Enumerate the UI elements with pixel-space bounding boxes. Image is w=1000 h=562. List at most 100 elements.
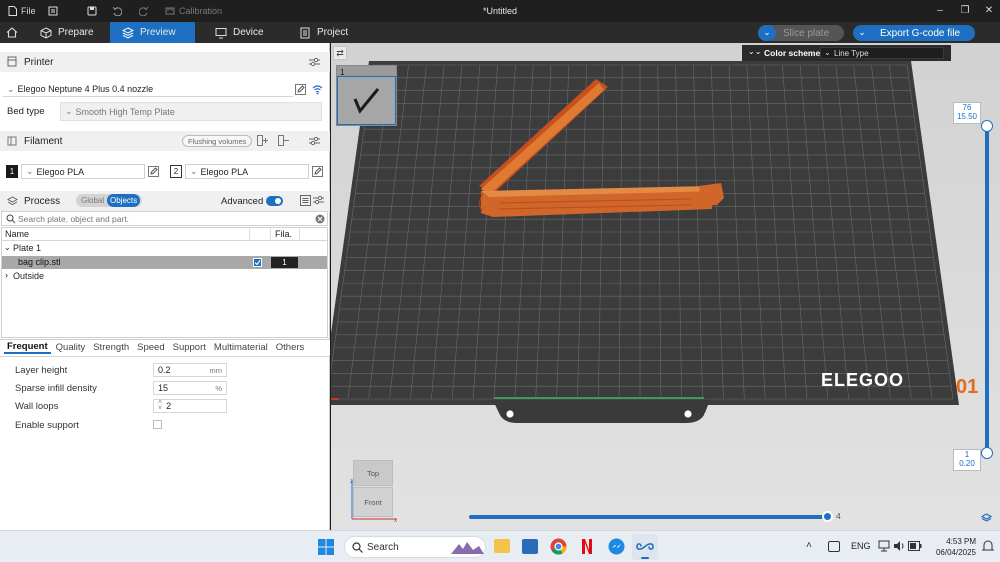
process-settings-icon[interactable] <box>313 195 324 206</box>
object-list-header: Name Fila. <box>2 228 327 241</box>
undo-icon[interactable] <box>112 4 122 18</box>
tab-frequent[interactable]: Frequent <box>4 341 51 354</box>
plate-thumbnail[interactable]: 1 <box>336 65 397 126</box>
slice-plate-button[interactable]: ⌄ Slice plate <box>758 25 844 41</box>
advanced-toggle[interactable] <box>266 196 283 206</box>
wall-loops-stepper[interactable]: ˄ ˅ 2 <box>153 399 227 413</box>
tab-quality[interactable]: Quality <box>53 342 89 353</box>
messenger-icon[interactable] <box>608 538 625 555</box>
object-filament-badge[interactable]: 1 <box>271 257 298 268</box>
object-search-input[interactable] <box>18 213 308 224</box>
chrome-icon[interactable] <box>550 538 567 555</box>
tab-support[interactable]: Support <box>170 342 209 353</box>
remove-filament-icon[interactable] <box>278 135 289 146</box>
keyboard-icon[interactable] <box>828 541 840 552</box>
filament-slot-1-select[interactable]: ⌄ Elegoo PLA <box>21 164 145 179</box>
object-search-box[interactable] <box>1 211 328 226</box>
filament-slot-2-select[interactable]: ⌄ Elegoo PLA <box>185 164 309 179</box>
build-plate-scene[interactable]: ELEGOO 01 <box>331 43 1000 530</box>
bed-type-select[interactable]: ⌄ Smooth High Temp Plate <box>60 102 322 121</box>
tab-multimaterial[interactable]: Multimaterial <box>211 342 271 353</box>
network-icon[interactable] <box>878 540 890 552</box>
window-title: *Untitled <box>482 6 518 16</box>
layer-slider-bottom-handle[interactable] <box>981 447 993 459</box>
battery-icon[interactable] <box>908 541 922 551</box>
calibration-menu[interactable]: Calibration <box>165 4 222 18</box>
tab-strength[interactable]: Strength <box>90 342 132 353</box>
redo-icon[interactable] <box>139 4 149 18</box>
tab-speed[interactable]: Speed <box>134 342 167 353</box>
process-list-icon[interactable] <box>300 195 311 206</box>
edit-filament-2-icon[interactable] <box>312 166 323 177</box>
layers-stack-icon[interactable] <box>981 513 992 523</box>
taskbar-search[interactable]: Search <box>344 536 486 558</box>
chevron-up-icon[interactable]: ˄ <box>806 540 812 551</box>
plate-hole <box>506 410 514 418</box>
printer-select[interactable]: ⌄ Elegoo Neptune 4 Plus 0.4 nozzle <box>3 82 293 97</box>
layer-slider-top-handle[interactable] <box>981 120 993 132</box>
edit-printer-icon[interactable] <box>295 84 306 95</box>
collapse-sidebar-button[interactable]: ⇄ <box>333 46 347 60</box>
windows-start-icon[interactable] <box>318 539 334 555</box>
filament-settings-icon[interactable] <box>309 136 320 146</box>
netflix-icon[interactable] <box>581 538 593 555</box>
wifi-icon[interactable] <box>312 84 323 95</box>
stepper-arrows-icon[interactable]: ˄ ˅ <box>158 399 162 412</box>
tab-others[interactable]: Others <box>273 342 308 353</box>
tab-project[interactable]: Project <box>287 22 367 43</box>
column-fila-header[interactable]: Fila. <box>275 229 292 239</box>
plate-row[interactable]: ⌄ Plate 1 <box>2 242 327 255</box>
move-slider-track[interactable] <box>469 515 829 519</box>
column-name-header[interactable]: Name <box>5 229 29 239</box>
layer-slider-track[interactable] <box>985 123 989 455</box>
objects-option[interactable]: Objects <box>107 194 141 207</box>
export-gcode-button[interactable]: ⌄ Export G-code file <box>853 25 975 41</box>
volume-icon[interactable] <box>893 540 905 552</box>
file-menu[interactable]: File <box>8 4 36 18</box>
line-type-select[interactable]: ⌄ Line Type <box>820 47 944 59</box>
store-icon[interactable] <box>522 539 538 554</box>
tab-device[interactable]: Device <box>203 22 283 43</box>
printer-settings-icon[interactable] <box>309 57 320 67</box>
minimize-icon[interactable]: – <box>932 3 948 19</box>
clear-search-icon[interactable] <box>315 214 325 224</box>
chevron-down-icon[interactable]: ⌄ <box>4 243 11 252</box>
layers-icon <box>122 26 134 39</box>
chevron-right-icon[interactable]: › <box>5 270 8 280</box>
home-tab[interactable] <box>0 22 24 43</box>
orcaslicer-taskbar-button[interactable] <box>632 534 658 560</box>
tab-prepare[interactable]: Prepare <box>28 22 110 43</box>
system-clock[interactable]: 4:53 PM 06/04/2025 <box>926 536 976 558</box>
global-option[interactable]: Global <box>81 196 104 205</box>
save-icon[interactable] <box>87 4 97 18</box>
object-visible-checkbox[interactable] <box>253 258 262 267</box>
sparse-infill-value: 15 <box>158 383 169 393</box>
enable-support-checkbox[interactable] <box>153 420 162 429</box>
tab-preview[interactable]: Preview <box>110 22 195 43</box>
add-filament-icon[interactable] <box>257 135 268 146</box>
maximize-icon[interactable]: ❐ <box>957 3 973 19</box>
viewport-3d[interactable]: ELEGOO 01 ⇄ 1 ⌄⌄ Color scheme ⌄ Line Typ… <box>331 43 1000 530</box>
global-objects-toggle[interactable]: Global Objects <box>76 194 142 207</box>
move-slider-handle[interactable] <box>822 511 833 522</box>
export-dropdown-icon[interactable]: ⌄ <box>853 25 871 41</box>
language-indicator[interactable]: ENG <box>851 541 871 551</box>
sparse-infill-label: Sparse infill density <box>15 383 97 394</box>
notification-icon[interactable] <box>982 540 994 552</box>
close-icon[interactable]: ✕ <box>981 3 997 19</box>
edit-filament-1-icon[interactable] <box>148 166 159 177</box>
chevron-down-icon[interactable]: ⌄⌄ <box>748 47 761 56</box>
monitor-icon <box>215 27 227 38</box>
outside-row[interactable]: › Outside <box>2 270 327 283</box>
plate-hole <box>684 410 692 418</box>
sparse-infill-field[interactable]: 15 % <box>153 381 227 395</box>
layer-height-field[interactable]: 0.2 mm <box>153 363 227 377</box>
slice-dropdown-icon[interactable]: ⌄ <box>758 25 776 41</box>
filament-slot-1-badge[interactable]: 1 <box>6 165 18 178</box>
filament-slot-2-badge[interactable]: 2 <box>170 165 182 178</box>
flushing-volumes-button[interactable]: Flushing volumes <box>182 135 253 147</box>
file-explorer-icon[interactable] <box>494 539 510 553</box>
notes-icon[interactable] <box>48 4 58 18</box>
table-row[interactable]: bag clip.stl 1 <box>2 256 327 269</box>
printer-name: Elegoo Neptune 4 Plus 0.4 nozzle <box>17 84 154 94</box>
